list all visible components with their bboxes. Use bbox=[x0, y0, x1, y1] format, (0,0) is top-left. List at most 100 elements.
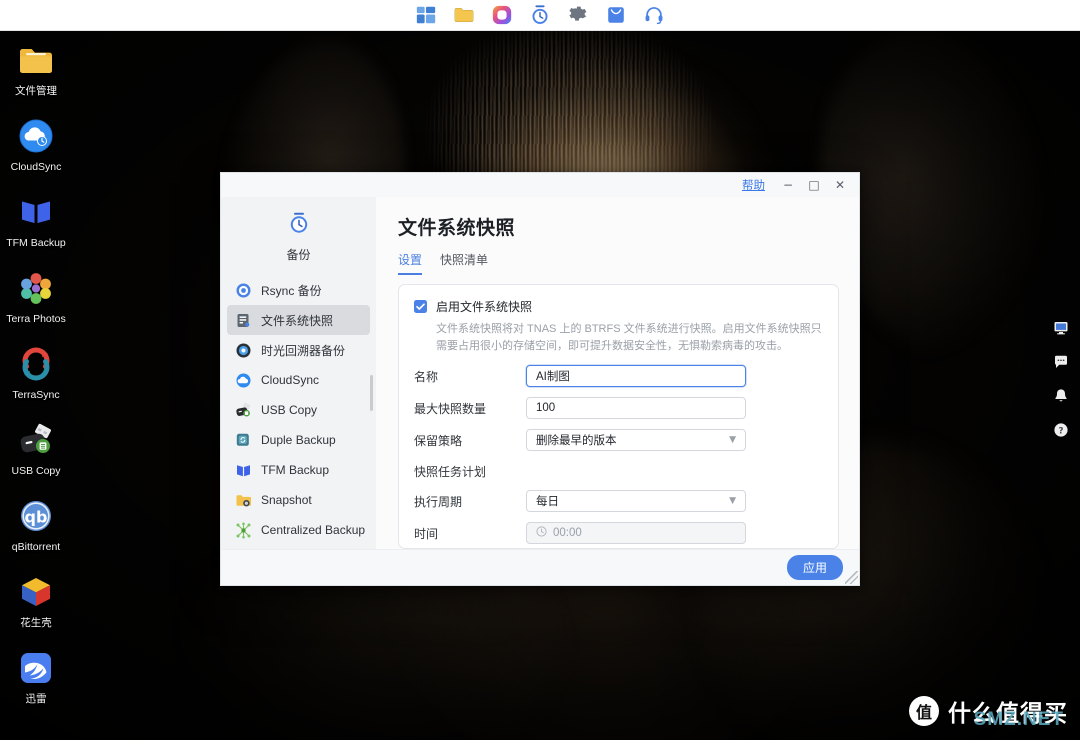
centralized-backup-icon bbox=[235, 522, 252, 539]
field-row-retention-policy: 保留策略 删除最早的版本 ▼ bbox=[414, 429, 822, 451]
snapshot-icon bbox=[235, 492, 252, 509]
desktop-icon-tfm-backup[interactable]: TFM Backup bbox=[0, 188, 72, 264]
max-snapshots-label: 最大快照数量 bbox=[414, 401, 487, 416]
desktop-icon-terra-photos[interactable]: Terra Photos bbox=[0, 264, 72, 340]
apply-button[interactable]: 应用 bbox=[786, 555, 843, 580]
retention-policy-label: 保留策略 bbox=[414, 433, 463, 448]
svg-text:qb: qb bbox=[25, 508, 48, 527]
window-body: 备份 Rsync 备份 文件系统快照 时光回溯器备份 CloudSync USB… bbox=[221, 197, 859, 549]
svg-text:?: ? bbox=[1059, 426, 1064, 436]
bell-icon[interactable] bbox=[1053, 388, 1069, 404]
tab-bar: 设置 快照清单 bbox=[398, 251, 839, 275]
minimize-button[interactable]: − bbox=[775, 174, 801, 196]
desktop-icon-terrasync[interactable]: TerraSync bbox=[0, 340, 72, 416]
dashboard-icon[interactable] bbox=[415, 4, 437, 26]
settings-icon[interactable] bbox=[567, 4, 589, 26]
sidebar-scrollbar[interactable] bbox=[370, 375, 373, 411]
max-snapshots-input[interactable]: 100 bbox=[526, 397, 746, 419]
sidebar-item-rsync-backup[interactable]: Rsync 备份 bbox=[227, 275, 370, 305]
sidebar-header: 备份 bbox=[221, 203, 376, 275]
support-icon[interactable] bbox=[643, 4, 665, 26]
sidebar-item-time-machine-backup[interactable]: 时光回溯器备份 bbox=[227, 335, 370, 365]
sidebar-item-tfm-backup[interactable]: TFM Backup bbox=[227, 455, 370, 485]
help-link[interactable]: 帮助 bbox=[742, 177, 765, 193]
sidebar-item-cloudsync[interactable]: CloudSync bbox=[227, 365, 370, 395]
clock-icon bbox=[536, 526, 547, 540]
sidebar-item-label: Centralized Backup bbox=[261, 523, 366, 537]
period-label: 执行周期 bbox=[414, 494, 463, 509]
file-manager-icon[interactable] bbox=[453, 4, 475, 26]
desktop-icon-cloudsync[interactable]: CloudSync bbox=[0, 112, 72, 188]
tab-settings[interactable]: 设置 bbox=[398, 251, 423, 275]
desktop-icon-label: qBittorrent bbox=[11, 541, 61, 553]
window-titlebar: 帮助 − □ ✕ bbox=[221, 173, 859, 197]
time-input[interactable]: 00:00 bbox=[526, 522, 746, 544]
right-tool-strip: ? bbox=[1050, 320, 1072, 438]
watermark-badge: 值 bbox=[909, 696, 939, 726]
desktop-icon-label: CloudSync bbox=[10, 161, 62, 173]
dialog-sidebar: 备份 Rsync 备份 文件系统快照 时光回溯器备份 CloudSync USB… bbox=[221, 197, 376, 549]
time-value: 00:00 bbox=[553, 527, 582, 539]
desktop-icon-qbittorrent[interactable]: qb qBittorrent bbox=[0, 492, 72, 568]
terra-photos-icon bbox=[16, 268, 56, 308]
sidebar-header-label: 备份 bbox=[286, 248, 311, 262]
enable-snapshot-helper-text: 文件系统快照将对 TNAS 上的 BTRFS 文件系统进行快照。启用文件系统快照… bbox=[436, 323, 822, 352]
desktop-icon-usb-copy[interactable]: USB Copy bbox=[0, 416, 72, 492]
resize-grip[interactable] bbox=[845, 571, 858, 584]
period-select[interactable]: 每日 ▼ bbox=[526, 490, 746, 512]
desktop-icon-label: 迅雷 bbox=[25, 693, 47, 705]
sidebar-item-label: TFM Backup bbox=[261, 463, 330, 477]
retention-policy-select[interactable]: 删除最早的版本 ▼ bbox=[526, 429, 746, 451]
help-circle-icon[interactable]: ? bbox=[1053, 422, 1069, 438]
rsync-icon bbox=[235, 282, 252, 299]
watermark-subtext: SMZ.NET bbox=[973, 709, 1064, 730]
enable-snapshot-label: 启用文件系统快照 bbox=[436, 300, 533, 314]
usb-copy-icon bbox=[235, 402, 252, 419]
desktop-icon-label: Terra Photos bbox=[6, 313, 66, 325]
close-button[interactable]: ✕ bbox=[827, 174, 853, 196]
sidebar-item-usb-copy[interactable]: USB Copy bbox=[227, 395, 370, 425]
field-row-time: 时间 00:00 bbox=[414, 522, 822, 544]
desktop-icon-oray[interactable]: 花生壳 bbox=[0, 568, 72, 644]
enable-snapshot-checkbox[interactable] bbox=[414, 300, 427, 313]
maximize-button[interactable]: □ bbox=[801, 174, 827, 196]
desktop-icon-label: 文件管理 bbox=[15, 85, 57, 97]
downloads-icon[interactable] bbox=[605, 4, 627, 26]
xunlei-icon bbox=[16, 648, 56, 688]
sidebar-item-snapshot[interactable]: Snapshot bbox=[227, 485, 370, 515]
sidebar-item-duple-backup[interactable]: Duple Backup bbox=[227, 425, 370, 455]
time-machine-icon bbox=[235, 342, 252, 359]
chevron-down-icon: ▼ bbox=[729, 496, 736, 506]
dialog-main-content: 文件系统快照 设置 快照清单 启用文件系统快照 文件系统快照将对 TNAS 上的… bbox=[376, 197, 859, 549]
tab-snapshot-list[interactable]: 快照清单 bbox=[440, 251, 488, 275]
settings-panel: 启用文件系统快照 文件系统快照将对 TNAS 上的 BTRFS 文件系统进行快照… bbox=[398, 284, 839, 549]
desktop-screen: 文件管理 CloudSync TFM Backup Terra Photos T… bbox=[0, 0, 1080, 740]
cloudsync-icon bbox=[235, 372, 252, 389]
chat-icon[interactable] bbox=[1053, 354, 1069, 370]
duple-backup-icon bbox=[235, 432, 252, 449]
schedule-section-label: 快照任务计划 bbox=[414, 465, 487, 479]
file-system-snapshot-window: 帮助 − □ ✕ 备份 Rsync 备份 文件系统快照 时光回溯器备份 Clou… bbox=[220, 172, 860, 586]
photos-icon[interactable] bbox=[491, 4, 513, 26]
field-row-period: 执行周期 每日 ▼ bbox=[414, 490, 822, 512]
qbittorrent-icon: qb bbox=[16, 496, 56, 536]
usb-copy-icon bbox=[16, 420, 56, 460]
sidebar-item-label: 文件系统快照 bbox=[261, 313, 334, 328]
display-icon[interactable] bbox=[1053, 320, 1069, 336]
backup-clock-icon bbox=[287, 211, 311, 240]
sidebar-item-file-system-snapshot[interactable]: 文件系统快照 bbox=[227, 305, 370, 335]
sidebar-item-centralized-backup[interactable]: Centralized Backup bbox=[227, 515, 370, 545]
desktop-icon-xunlei[interactable]: 迅雷 bbox=[0, 644, 72, 720]
desktop-icon-column: 文件管理 CloudSync TFM Backup Terra Photos T… bbox=[0, 36, 72, 720]
desktop-icon-file-manager[interactable]: 文件管理 bbox=[0, 36, 72, 112]
sidebar-item-label: USB Copy bbox=[261, 403, 318, 417]
backup-icon[interactable] bbox=[529, 4, 551, 26]
sidebar-item-label: 时光回溯器备份 bbox=[261, 343, 346, 358]
name-label: 名称 bbox=[414, 369, 439, 384]
time-label: 时间 bbox=[414, 526, 439, 541]
sidebar-item-label: Duple Backup bbox=[261, 433, 336, 447]
dialog-footer: 应用 bbox=[221, 549, 859, 585]
sidebar-item-label: Rsync 备份 bbox=[261, 283, 322, 298]
name-input[interactable]: AI制图 bbox=[526, 365, 746, 387]
retention-policy-value: 删除最早的版本 bbox=[536, 435, 617, 447]
